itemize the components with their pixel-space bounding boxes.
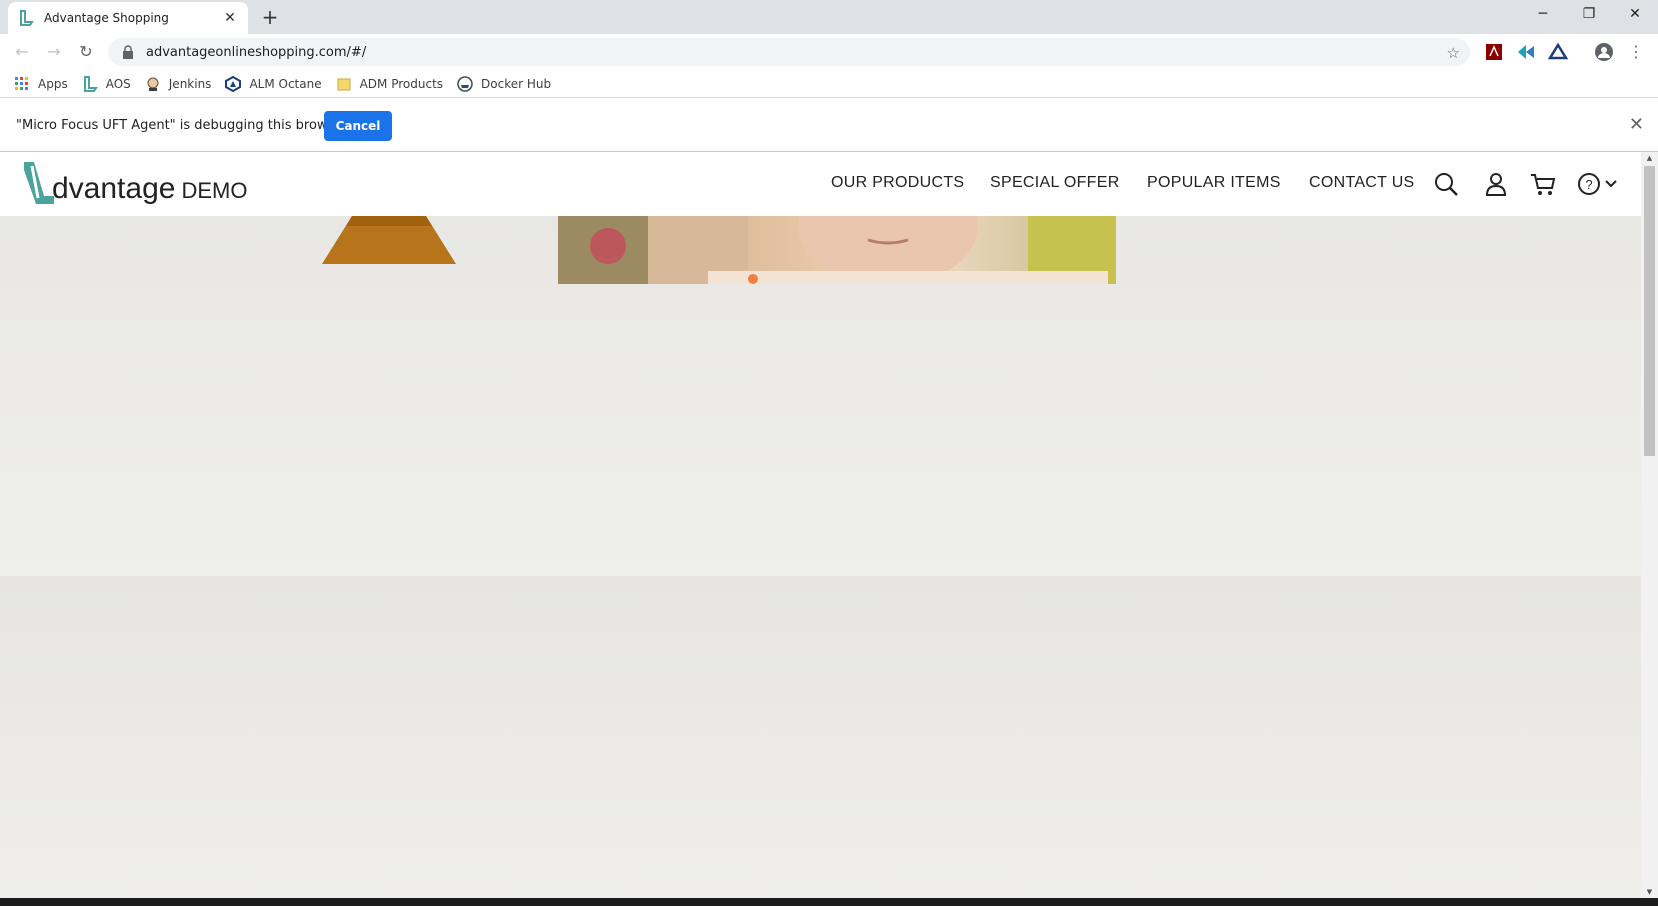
browser-tab[interactable]: Advantage Shopping ✕ (8, 2, 248, 34)
bookmark-docker-hub[interactable]: Docker Hub (457, 75, 552, 92)
cancel-button[interactable]: Cancel (324, 111, 392, 141)
nav-contact-us[interactable]: CONTACT US (1309, 174, 1415, 192)
page-scrollbar[interactable]: ▲ ▼ (1641, 152, 1658, 898)
model-photo (558, 216, 1116, 284)
scroll-down-arrow[interactable]: ▼ (1641, 886, 1658, 898)
site-header: dvantage DEMO OUR PRODUCTS SPECIAL OFFER… (0, 152, 1641, 216)
hero-banner (0, 216, 1641, 576)
logo-word: dvantage (52, 172, 176, 205)
lamp-image (322, 216, 456, 264)
os-taskbar (0, 898, 1658, 906)
logo-demo: DEMO (181, 178, 248, 203)
help-icon[interactable]: ? (1576, 170, 1620, 198)
tab-strip: Advantage Shopping ✕ + ─ ❐ ✕ (0, 0, 1658, 34)
back-button[interactable]: ← (10, 40, 34, 64)
aos-logo-icon (83, 75, 98, 92)
user-icon[interactable] (1482, 170, 1510, 198)
cart-icon[interactable] (1529, 170, 1557, 198)
docker-icon (457, 75, 473, 92)
octane-icon (225, 75, 242, 92)
bookmark-label: AOS (105, 76, 131, 91)
scroll-up-arrow[interactable]: ▲ (1641, 152, 1658, 164)
bookmark-aos[interactable]: AOS (82, 75, 131, 92)
bookmark-label: ALM Octane (249, 76, 322, 91)
reload-button[interactable]: ↻ (74, 40, 98, 64)
bookmark-label: Apps (38, 76, 68, 91)
bookmark-alm-octane[interactable]: ALM Octane (225, 75, 322, 92)
debug-infobar: "Micro Focus UFT Agent" is debugging thi… (0, 98, 1658, 152)
advantage-logo-icon (24, 162, 54, 204)
browser-toolbar: ← → ↻ advantageonlineshopping.com/#/ ☆ ⋮ (0, 34, 1658, 70)
url-text: advantageonlineshopping.com/#/ (146, 44, 367, 60)
address-bar[interactable]: advantageonlineshopping.com/#/ ☆ (108, 38, 1470, 66)
lock-icon (123, 45, 133, 59)
close-window-button[interactable]: ✕ (1612, 0, 1658, 30)
bookmarks-bar: Apps AOS Jenkins ALM Octane ADM Products… (0, 70, 1658, 98)
bookmark-label: ADM Products (359, 76, 444, 91)
tab-close-icon[interactable]: ✕ (222, 10, 238, 26)
drive-extension-icon[interactable] (1548, 42, 1568, 62)
advantage-favicon-icon (20, 10, 34, 26)
minimize-button[interactable]: ─ (1520, 0, 1566, 30)
nav-popular-items[interactable]: POPULAR ITEMS (1147, 174, 1281, 192)
chrome-menu-icon[interactable]: ⋮ (1624, 40, 1648, 64)
pdf-extension-icon[interactable] (1484, 42, 1504, 62)
teal-extension-icon[interactable] (1516, 42, 1536, 62)
bookmark-apps[interactable]: Apps (14, 76, 68, 92)
infobar-close-icon[interactable]: ✕ (1629, 114, 1644, 135)
svg-text:?: ? (1585, 177, 1592, 192)
restore-button[interactable]: ❐ (1566, 0, 1612, 30)
infobar-message: "Micro Focus UFT Agent" is debugging thi… (16, 118, 348, 133)
tab-title: Advantage Shopping (44, 11, 169, 25)
bookmark-adm-products[interactable]: ADM Products (336, 76, 443, 92)
apps-grid-icon (15, 76, 28, 90)
scroll-thumb[interactable] (1644, 166, 1655, 456)
site-logo[interactable]: dvantage DEMO (22, 160, 247, 206)
profile-icon[interactable] (1594, 42, 1614, 62)
photo-content (558, 216, 1116, 284)
forward-button[interactable]: → (42, 40, 66, 64)
search-icon[interactable] (1432, 170, 1460, 198)
page-viewport: dvantage DEMO OUR PRODUCTS SPECIAL OFFER… (0, 152, 1658, 898)
jenkins-icon (147, 77, 159, 91)
bookmark-label: Docker Hub (481, 76, 552, 91)
nav-special-offer[interactable]: SPECIAL OFFER (990, 174, 1120, 192)
folder-icon (337, 78, 351, 90)
new-tab-button[interactable]: + (258, 6, 282, 30)
nav-our-products[interactable]: OUR PRODUCTS (831, 174, 964, 192)
bookmark-label: Jenkins (168, 76, 212, 91)
bookmark-jenkins[interactable]: Jenkins (145, 76, 212, 92)
bookmark-star-icon[interactable]: ☆ (1447, 44, 1460, 62)
content-section (0, 576, 1641, 898)
